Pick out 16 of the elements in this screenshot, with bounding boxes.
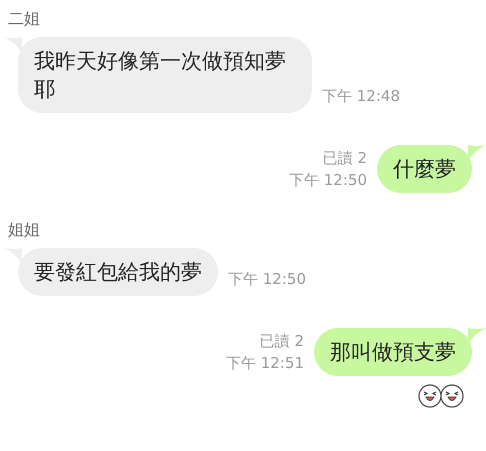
- message-time: 下午 12:50: [289, 170, 367, 191]
- message-bubble: 我昨天好像第一次做預知夢耶: [18, 37, 312, 113]
- message-bubble: 要發紅包給我的夢: [18, 248, 218, 296]
- sender-name: 二姐: [8, 8, 41, 30]
- bubble-tail: [468, 328, 486, 344]
- bubble-tail: [468, 145, 486, 161]
- laughing-face-icon: [418, 384, 442, 408]
- message-time: 下午 12:51: [226, 353, 304, 374]
- message-time: 下午 12:48: [322, 86, 400, 107]
- read-receipt: 已讀 2: [260, 331, 304, 352]
- message-time: 下午 12:50: [228, 269, 306, 290]
- sender-name: 姐姐: [8, 219, 41, 241]
- read-receipt: 已讀 2: [322, 148, 367, 169]
- laughing-face-icon: [440, 384, 464, 408]
- message-bubble: 那叫做預支夢: [314, 328, 472, 376]
- message-bubble: 什麼夢: [377, 145, 472, 193]
